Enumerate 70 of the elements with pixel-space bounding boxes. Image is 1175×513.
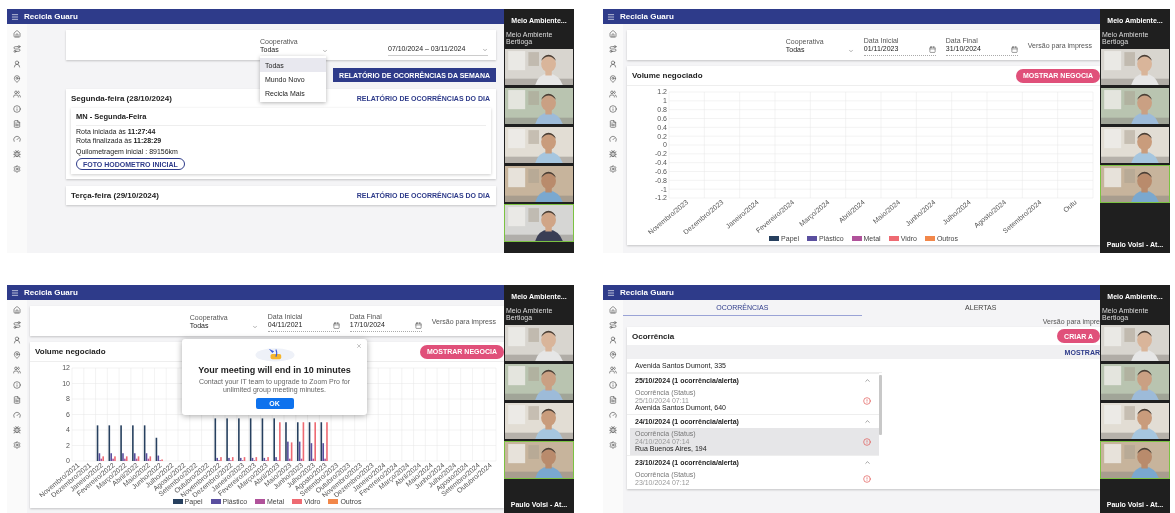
map-pin-icon[interactable]: [609, 351, 617, 359]
caret-icon: [847, 48, 854, 54]
users-icon[interactable]: [13, 90, 21, 98]
day-title: Terça-feira (29/10/2024): [71, 191, 159, 200]
home-icon[interactable]: [13, 30, 21, 38]
card-title: Volume negociado: [632, 71, 703, 80]
day-title: Segunda-feira (28/10/2024): [71, 94, 172, 103]
gauge-icon[interactable]: [609, 135, 617, 143]
alert-icon: [863, 396, 871, 405]
bug-icon[interactable]: [13, 150, 21, 158]
app-title: Recicla Guaru: [24, 288, 78, 297]
caret-icon: [251, 324, 258, 330]
alert-icon: [863, 474, 871, 483]
menu-icon[interactable]: [11, 288, 19, 297]
person-icon[interactable]: [13, 60, 21, 68]
calendar-icon: [332, 322, 340, 329]
settings-icon[interactable]: [13, 441, 21, 449]
bug-icon[interactable]: [609, 426, 617, 434]
map-pin-icon[interactable]: [609, 75, 617, 83]
calendar-icon: [928, 46, 936, 53]
map-pin-icon[interactable]: [13, 351, 21, 359]
app-title: Recicla Guaru: [620, 12, 674, 21]
chevron-up-icon: [864, 459, 871, 467]
chevron-up-icon: [864, 418, 871, 426]
alert-icon: [863, 437, 871, 446]
route-icon[interactable]: [13, 45, 21, 53]
gauge-icon[interactable]: [13, 135, 21, 143]
caret-icon: [322, 48, 328, 54]
caret-icon: [482, 47, 488, 53]
bug-icon[interactable]: [609, 150, 617, 158]
dialog-title: Your meeting will end in 10 minutes: [198, 365, 351, 375]
menu-icon[interactable]: [607, 288, 615, 297]
home-icon[interactable]: [609, 306, 617, 314]
route-icon[interactable]: [609, 45, 617, 53]
home-icon[interactable]: [13, 306, 21, 314]
document-icon[interactable]: [13, 396, 21, 404]
info-icon[interactable]: [13, 381, 21, 389]
users-icon[interactable]: [609, 90, 617, 98]
info-icon[interactable]: [609, 105, 617, 113]
info-icon[interactable]: [13, 105, 21, 113]
users-icon[interactable]: [609, 366, 617, 374]
route-icon[interactable]: [13, 321, 21, 329]
calendar-icon: [414, 322, 422, 329]
gauge-icon[interactable]: [609, 411, 617, 419]
menu-icon[interactable]: [607, 12, 615, 21]
scrollbar[interactable]: [879, 375, 882, 435]
person-icon[interactable]: [13, 336, 21, 344]
gauge-icon[interactable]: [13, 411, 21, 419]
document-icon[interactable]: [609, 120, 617, 128]
home-icon[interactable]: [609, 30, 617, 38]
route-icon[interactable]: [609, 321, 617, 329]
chevron-up-icon: [864, 377, 871, 384]
users-icon[interactable]: [13, 366, 21, 374]
settings-icon[interactable]: [609, 165, 617, 173]
menu-icon[interactable]: [11, 12, 19, 21]
map-pin-icon[interactable]: [13, 75, 21, 83]
app-title: Recicla Guaru: [620, 288, 674, 297]
person-icon[interactable]: [609, 60, 617, 68]
person-icon[interactable]: [609, 336, 617, 344]
document-icon[interactable]: [13, 120, 21, 128]
app-title: Recicla Guaru: [24, 12, 78, 21]
card-title: Volume negociado: [35, 347, 106, 356]
info-icon[interactable]: [609, 381, 617, 389]
settings-icon[interactable]: [609, 441, 617, 449]
calendar-icon: [1010, 46, 1018, 53]
bug-icon[interactable]: [13, 426, 21, 434]
close-icon[interactable]: [356, 343, 362, 349]
card-title: Ocorrência: [632, 331, 675, 341]
document-icon[interactable]: [609, 396, 617, 404]
settings-icon[interactable]: [13, 165, 21, 173]
